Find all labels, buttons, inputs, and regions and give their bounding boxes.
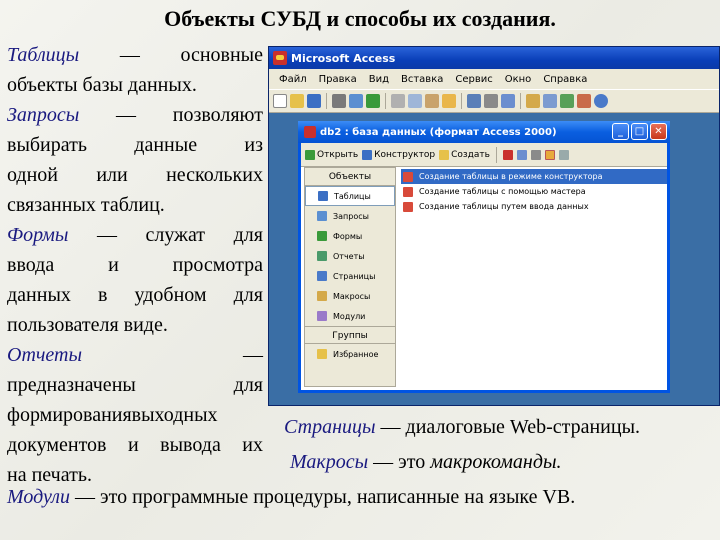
- database-window: db2 : база данных (формат Access 2000) _…: [298, 121, 670, 393]
- spelling-icon[interactable]: [366, 94, 380, 108]
- module-icon: [317, 311, 327, 321]
- sidebar-item-favorites[interactable]: Избранное: [305, 344, 395, 364]
- form-icon: [317, 231, 327, 241]
- list-view-icon[interactable]: [544, 149, 555, 160]
- query-icon: [317, 211, 327, 221]
- sidebar-item-macros[interactable]: Макросы: [305, 286, 395, 306]
- large-icons-icon[interactable]: [516, 149, 527, 160]
- new-icon[interactable]: [273, 94, 287, 108]
- copy-icon[interactable]: [408, 94, 422, 108]
- help-icon[interactable]: [594, 94, 608, 108]
- wizard-icon: [403, 201, 413, 212]
- open-object-icon: [305, 149, 315, 160]
- objects-header[interactable]: Объекты: [305, 168, 395, 186]
- preview-icon[interactable]: [349, 94, 363, 108]
- minimize-button[interactable]: _: [612, 123, 629, 140]
- details-view-icon[interactable]: [558, 149, 569, 160]
- access-key-icon: [273, 51, 287, 65]
- wizard-icon: [403, 171, 413, 182]
- db-title-bar: db2 : база данных (формат Access 2000) _…: [298, 121, 670, 143]
- code-icon[interactable]: [526, 94, 540, 108]
- list-item[interactable]: Создание таблицы путем ввода данных: [401, 199, 667, 214]
- format-painter-icon[interactable]: [442, 94, 456, 108]
- access-title-bar: Microsoft Access: [269, 47, 719, 69]
- maximize-button[interactable]: □: [631, 123, 648, 140]
- groups-header[interactable]: Группы: [305, 326, 395, 344]
- sidebar-item-pages[interactable]: Страницы: [305, 266, 395, 286]
- sidebar-item-forms[interactable]: Формы: [305, 226, 395, 246]
- term-macros: Макросы: [290, 451, 369, 473]
- favorites-icon: [317, 349, 327, 359]
- design-icon: [362, 149, 373, 160]
- access-toolbar: [269, 89, 719, 113]
- create-button[interactable]: Создать: [439, 149, 490, 160]
- toolbar-divider: [326, 93, 327, 109]
- undo-icon[interactable]: [467, 94, 481, 108]
- relationships-icon[interactable]: [560, 94, 574, 108]
- modules-note: Модули — это программные процедуры, напи…: [7, 486, 576, 508]
- term-reports: Отчеты: [7, 344, 83, 366]
- left-description: Таблицы — основные объекты базы данных. За…: [7, 44, 263, 486]
- design-button[interactable]: Конструктор: [362, 149, 435, 160]
- macro-icon: [317, 291, 327, 301]
- list-item[interactable]: Создание таблицы с помощью мастера: [401, 184, 667, 199]
- close-button[interactable]: ✕: [650, 123, 667, 140]
- term-queries: Запросы: [7, 104, 80, 126]
- properties-icon[interactable]: [543, 94, 557, 108]
- pages-note: Страницы — диалоговые Web-страницы.: [284, 416, 641, 438]
- open-icon[interactable]: [290, 94, 304, 108]
- menu-help[interactable]: Справка: [537, 74, 593, 85]
- report-icon: [317, 251, 327, 261]
- toolbar-divider: [385, 93, 386, 109]
- page-icon: [317, 271, 327, 281]
- menu-window[interactable]: Окно: [499, 74, 538, 85]
- page-title: Объекты СУБД и способы их создания.: [164, 6, 556, 31]
- term-modules: Модули: [7, 486, 71, 508]
- sidebar-item-queries[interactable]: Запросы: [305, 206, 395, 226]
- print-icon[interactable]: [332, 94, 346, 108]
- menu-edit[interactable]: Правка: [313, 74, 363, 85]
- toolbar-divider: [461, 93, 462, 109]
- sidebar-item-reports[interactable]: Отчеты: [305, 246, 395, 266]
- menu-file[interactable]: Файл: [273, 74, 313, 85]
- menu-tools[interactable]: Сервис: [449, 74, 498, 85]
- save-icon[interactable]: [307, 94, 321, 108]
- term-forms: Формы: [7, 224, 69, 246]
- sidebar-item-modules[interactable]: Модули: [305, 306, 395, 326]
- macros-note: Макросы — это макрокоманды.: [290, 451, 562, 473]
- analyze-icon[interactable]: [501, 94, 515, 108]
- paste-icon[interactable]: [425, 94, 439, 108]
- new-object-icon[interactable]: [577, 94, 591, 108]
- delete-icon[interactable]: [502, 149, 513, 160]
- list-item[interactable]: Создание таблицы в режиме конструктора: [401, 169, 667, 184]
- db-toolbar: Открыть Конструктор Создать: [301, 143, 667, 167]
- create-icon: [439, 149, 450, 160]
- small-icons-icon[interactable]: [530, 149, 541, 160]
- open-button[interactable]: Открыть: [305, 149, 358, 160]
- toolbar-divider: [520, 93, 521, 109]
- menu-view[interactable]: Вид: [363, 74, 395, 85]
- database-icon: [304, 126, 316, 138]
- sidebar-item-tables[interactable]: Таблицы: [305, 186, 395, 206]
- term-pages: Страницы: [284, 416, 376, 438]
- db-title-text: db2 : база данных (формат Access 2000): [320, 126, 557, 138]
- objects-sidebar: Объекты Таблицы Запросы Формы Отчеты Стр…: [304, 167, 396, 387]
- wizard-icon: [403, 186, 413, 197]
- cut-icon[interactable]: [391, 94, 405, 108]
- table-icon: [318, 191, 328, 201]
- office-links-icon[interactable]: [484, 94, 498, 108]
- term-tables: Таблицы: [7, 44, 80, 66]
- menu-insert[interactable]: Вставка: [395, 74, 449, 85]
- access-title-text: Microsoft Access: [291, 51, 396, 65]
- objects-list: Создание таблицы в режиме конструктора С…: [401, 169, 667, 214]
- access-menu-bar: Файл Правка Вид Вставка Сервис Окно Спра…: [269, 69, 719, 89]
- toolbar-divider: [495, 146, 497, 163]
